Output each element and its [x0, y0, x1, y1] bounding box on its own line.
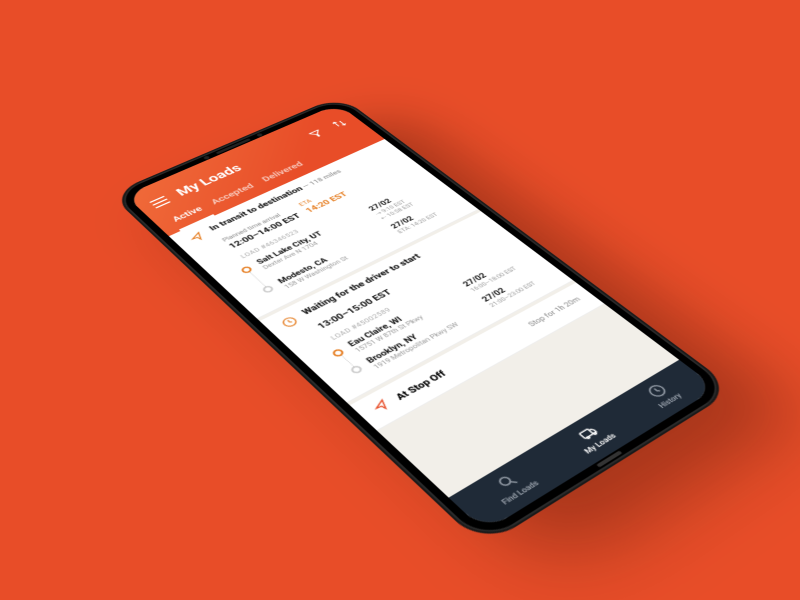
waypoint-icon [369, 397, 396, 417]
sort-icon[interactable] [329, 118, 349, 129]
filter-icon[interactable] [306, 128, 326, 140]
stop-dot-icon [240, 265, 254, 274]
nav-my-loads[interactable]: My Loads [566, 419, 618, 455]
menu-icon[interactable] [149, 196, 171, 209]
stop-dot-icon [261, 285, 275, 294]
waypoint-icon [186, 230, 209, 245]
nav-find-loads[interactable]: Find Loads [484, 465, 541, 506]
stop-duration: Stop for 1h 20m [527, 296, 583, 328]
app-screen: My Loads Active Accepted [125, 104, 717, 532]
stop-dot-icon [349, 364, 364, 374]
stop-dot-icon [331, 348, 346, 358]
clock-icon [278, 314, 303, 331]
nav-history[interactable]: History [640, 379, 683, 409]
phone-frame: My Loads Active Accepted [112, 97, 732, 544]
